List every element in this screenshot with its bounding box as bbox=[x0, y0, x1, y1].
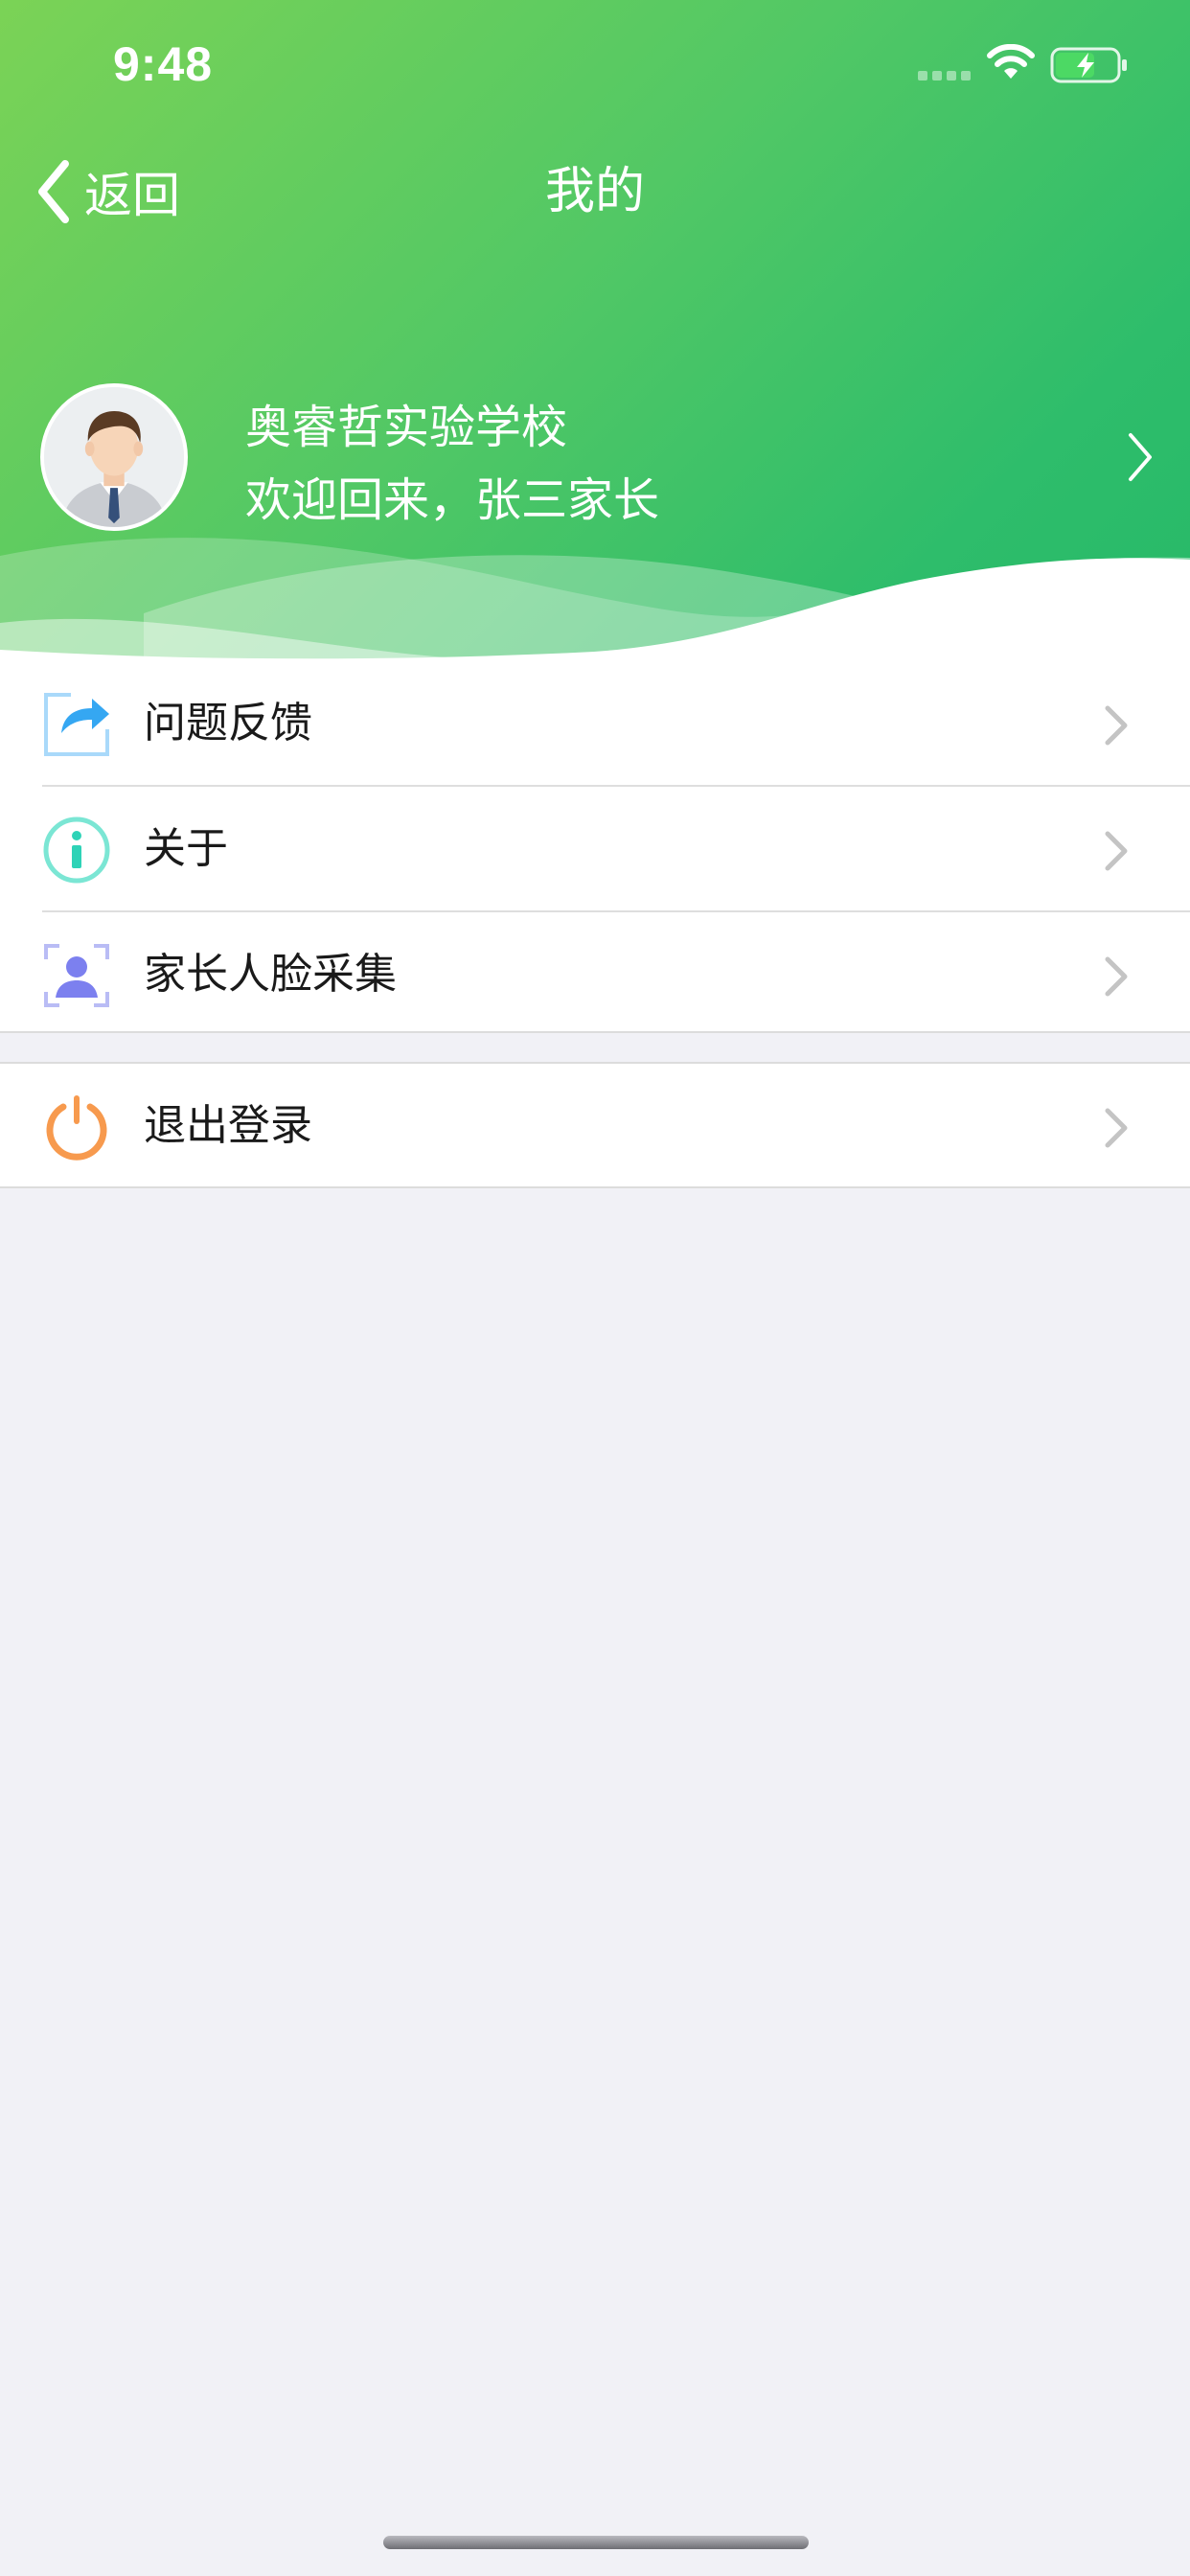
wifi-icon bbox=[987, 44, 1035, 79]
cellular-signal-icon bbox=[918, 71, 972, 80]
power-icon bbox=[46, 1095, 107, 1161]
header-wave bbox=[0, 538, 1190, 671]
chevron-right-icon bbox=[1105, 956, 1128, 997]
chevron-right-icon bbox=[1105, 1108, 1128, 1148]
menu-group-main: 问题反馈 关于 家长人脸采集 bbox=[0, 661, 1190, 1033]
info-icon bbox=[43, 816, 110, 884]
menu-item-label: 问题反馈 bbox=[144, 699, 312, 748]
back-button[interactable]: 返回 bbox=[34, 153, 180, 230]
menu-item-feedback[interactable]: 问题反馈 bbox=[0, 661, 1190, 786]
battery-charging-icon bbox=[1050, 47, 1127, 83]
menu-item-face-capture[interactable]: 家长人脸采集 bbox=[0, 912, 1190, 1037]
face-capture-icon bbox=[44, 944, 109, 1007]
home-indicator[interactable] bbox=[383, 2536, 809, 2549]
menu-item-label: 退出登录 bbox=[144, 1101, 312, 1150]
share-feedback-icon bbox=[44, 693, 109, 756]
menu-item-label: 关于 bbox=[144, 824, 228, 873]
chevron-left-icon bbox=[38, 160, 69, 223]
menu-group-logout: 退出登录 bbox=[0, 1062, 1190, 1188]
menu-item-logout[interactable]: 退出登录 bbox=[0, 1064, 1190, 1188]
status-time: 9:48 bbox=[113, 37, 214, 91]
chevron-right-icon bbox=[1105, 831, 1128, 871]
profile-screen: 9:48 返回 我的 奥睿哲实验学校 欢迎回来，张三家长 问题反馈 关于 家长人… bbox=[0, 0, 1190, 2576]
user-avatar-icon bbox=[40, 383, 188, 531]
menu-item-label: 家长人脸采集 bbox=[144, 950, 397, 999]
chevron-right-icon bbox=[1105, 705, 1128, 746]
menu-item-about[interactable]: 关于 bbox=[0, 787, 1190, 911]
header-banner: 9:48 返回 我的 奥睿哲实验学校 欢迎回来，张三家长 bbox=[0, 0, 1190, 671]
chevron-right-icon bbox=[1129, 433, 1152, 481]
profile-card[interactable]: 奥睿哲实验学校 欢迎回来，张三家长 bbox=[40, 383, 1161, 533]
back-label: 返回 bbox=[84, 168, 180, 223]
school-name: 奥睿哲实验学校 bbox=[245, 401, 568, 454]
